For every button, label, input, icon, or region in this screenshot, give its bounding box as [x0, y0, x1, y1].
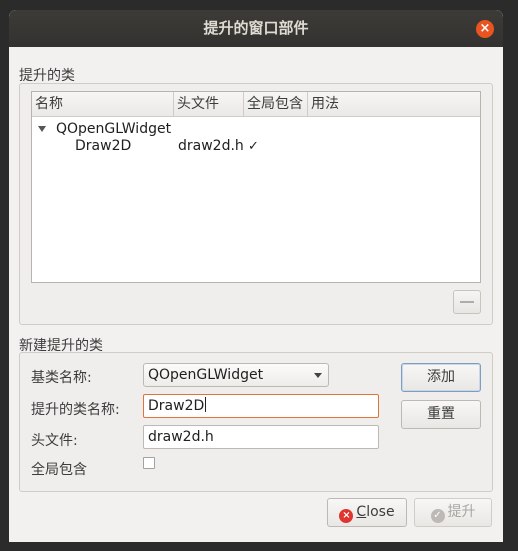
base-class-combo[interactable]: QOpenGLWidget	[143, 363, 329, 387]
expand-arrow-icon[interactable]	[38, 126, 46, 132]
promoted-class-name-value: Draw2D	[148, 398, 205, 414]
tree-parent-item[interactable]: QOpenGLWidget	[56, 120, 171, 138]
column-usage-header[interactable]: 用法	[308, 92, 480, 116]
text-caret	[205, 397, 207, 412]
promoted-classes-tree[interactable]: 名称 头文件 全局包含 用法 QOpenGLWidget Draw2D draw…	[31, 91, 481, 283]
promoted-class-name-input[interactable]: Draw2D	[143, 394, 379, 418]
add-button[interactable]: 添加	[401, 363, 481, 392]
column-header-file-header[interactable]: 头文件	[174, 92, 244, 116]
tree-header: 名称 头文件 全局包含 用法	[32, 92, 480, 117]
remove-button[interactable]	[453, 290, 481, 314]
promoted-class-name-label: 提升的类名称:	[31, 402, 120, 418]
global-include-checkbox[interactable]	[143, 457, 155, 469]
promote-button[interactable]: ✓ 提升	[414, 498, 492, 527]
base-class-label: 基类名称:	[31, 370, 92, 386]
tree-child-header: draw2d.h	[178, 138, 244, 154]
close-icon[interactable]: ×	[476, 20, 494, 38]
chevron-down-icon	[314, 373, 322, 378]
checkmark-icon: ✓	[430, 509, 445, 523]
close-button-label: lose	[366, 504, 395, 520]
header-file-input[interactable]: draw2d.h	[143, 425, 379, 449]
window-title: 提升的窗口部件	[203, 19, 309, 37]
close-circle-icon: ×	[339, 509, 354, 523]
close-button-mnemonic: C	[356, 504, 367, 520]
base-class-value: QOpenGLWidget	[148, 367, 264, 383]
title-bar: 提升的窗口部件 ×	[9, 10, 503, 47]
column-name-header[interactable]: 名称	[32, 92, 174, 116]
close-button[interactable]: × Close	[327, 498, 407, 527]
promoted-widgets-dialog: 提升的窗口部件 × 提升的类 名称 头文件 全局包含 用法 QOpenGLWid…	[9, 10, 503, 542]
promoted-classes-group-label: 提升的类	[19, 68, 75, 84]
promote-button-label: 提升	[447, 504, 476, 520]
global-include-check-icon[interactable]: ✓	[248, 140, 259, 154]
column-global-include-header[interactable]: 全局包含	[244, 92, 308, 116]
header-file-value: draw2d.h	[148, 429, 214, 445]
global-include-label: 全局包含	[31, 462, 87, 478]
header-file-label: 头文件:	[31, 433, 78, 449]
tree-child-name[interactable]: Draw2D	[75, 137, 131, 155]
minus-icon	[460, 301, 474, 303]
reset-button[interactable]: 重置	[401, 400, 481, 429]
